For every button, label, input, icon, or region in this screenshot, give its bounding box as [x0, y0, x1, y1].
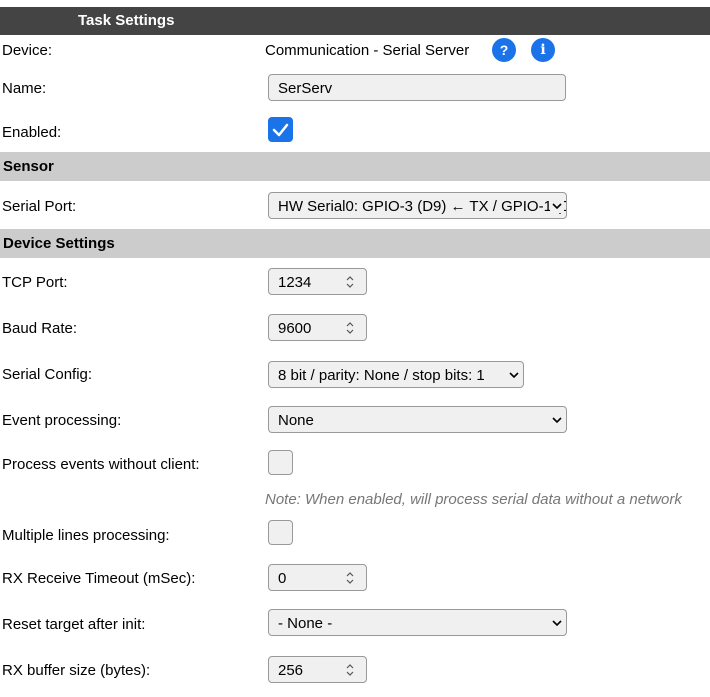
- serial-config-select[interactable]: 8 bit / parity: None / stop bits: 1: [268, 361, 524, 388]
- reset-target-label: Reset target after init:: [2, 616, 146, 633]
- baud-rate-input[interactable]: 9600: [268, 314, 367, 341]
- enabled-checkbox[interactable]: [268, 117, 293, 142]
- event-processing-selected: None: [278, 412, 314, 429]
- task-settings-header: Task Settings: [0, 7, 710, 35]
- event-processing-label: Event processing:: [2, 412, 122, 429]
- tcp-port-value: 1234: [278, 274, 312, 291]
- device-settings-section-title: Device Settings: [3, 235, 115, 252]
- chevron-down-icon: [507, 368, 521, 382]
- spinner-arrows-icon[interactable]: [344, 570, 356, 586]
- name-input-value: SerServ: [278, 80, 333, 97]
- rx-buffer-value: 256: [278, 662, 304, 679]
- sensor-section-title: Sensor: [3, 158, 54, 175]
- reset-target-select[interactable]: - None -: [268, 609, 567, 636]
- tcp-port-input[interactable]: 1234: [268, 268, 367, 295]
- multiple-lines-label: Multiple lines processing:: [2, 527, 170, 544]
- serial-port-selected: HW Serial0: GPIO-3 (D9) ← TX / GPIO-1 (D…: [278, 198, 566, 215]
- info-icon[interactable]: i: [531, 38, 555, 62]
- serial-config-selected: 8 bit / parity: None / stop bits: 1: [278, 367, 485, 384]
- enabled-label: Enabled:: [2, 124, 62, 141]
- spinner-arrows-icon[interactable]: [344, 320, 356, 336]
- serial-port-label: Serial Port:: [2, 198, 77, 215]
- baud-rate-value: 9600: [278, 320, 312, 337]
- rx-timeout-input[interactable]: 0: [268, 564, 367, 591]
- question-icon[interactable]: ?: [492, 38, 516, 62]
- rx-timeout-label: RX Receive Timeout (mSec):: [2, 570, 196, 587]
- spinner-arrows-icon[interactable]: [344, 274, 356, 290]
- baud-rate-label: Baud Rate:: [2, 320, 78, 337]
- serial-config-label: Serial Config:: [2, 366, 93, 383]
- name-label: Name:: [2, 80, 47, 97]
- device-settings-section-header: Device Settings: [0, 229, 710, 258]
- multiple-lines-checkbox[interactable]: [268, 520, 293, 545]
- rx-buffer-input[interactable]: 256: [268, 656, 367, 683]
- tcp-port-label: TCP Port:: [2, 274, 68, 291]
- chevron-down-icon: [550, 616, 564, 630]
- chevron-down-icon: [550, 413, 564, 427]
- rx-buffer-label: RX buffer size (bytes):: [2, 662, 151, 679]
- process-events-note: Note: When enabled, will process serial …: [265, 491, 682, 508]
- chevron-down-icon: [550, 199, 564, 213]
- sensor-section-header: Sensor: [0, 152, 710, 181]
- reset-target-selected: - None -: [278, 615, 333, 632]
- event-processing-select[interactable]: None: [268, 406, 567, 433]
- name-input[interactable]: SerServ: [268, 74, 566, 101]
- device-label: Device:: [2, 42, 53, 59]
- rx-timeout-value: 0: [278, 570, 287, 587]
- process-events-label: Process events without client:: [2, 456, 200, 473]
- header-title: Task Settings: [78, 12, 175, 29]
- process-events-checkbox[interactable]: [268, 450, 293, 475]
- device-value: Communication - Serial Server: [265, 42, 470, 59]
- checkmark-icon: [272, 123, 289, 137]
- serial-port-select[interactable]: HW Serial0: GPIO-3 (D9) ← TX / GPIO-1 (D…: [268, 192, 567, 219]
- spinner-arrows-icon[interactable]: [344, 662, 356, 678]
